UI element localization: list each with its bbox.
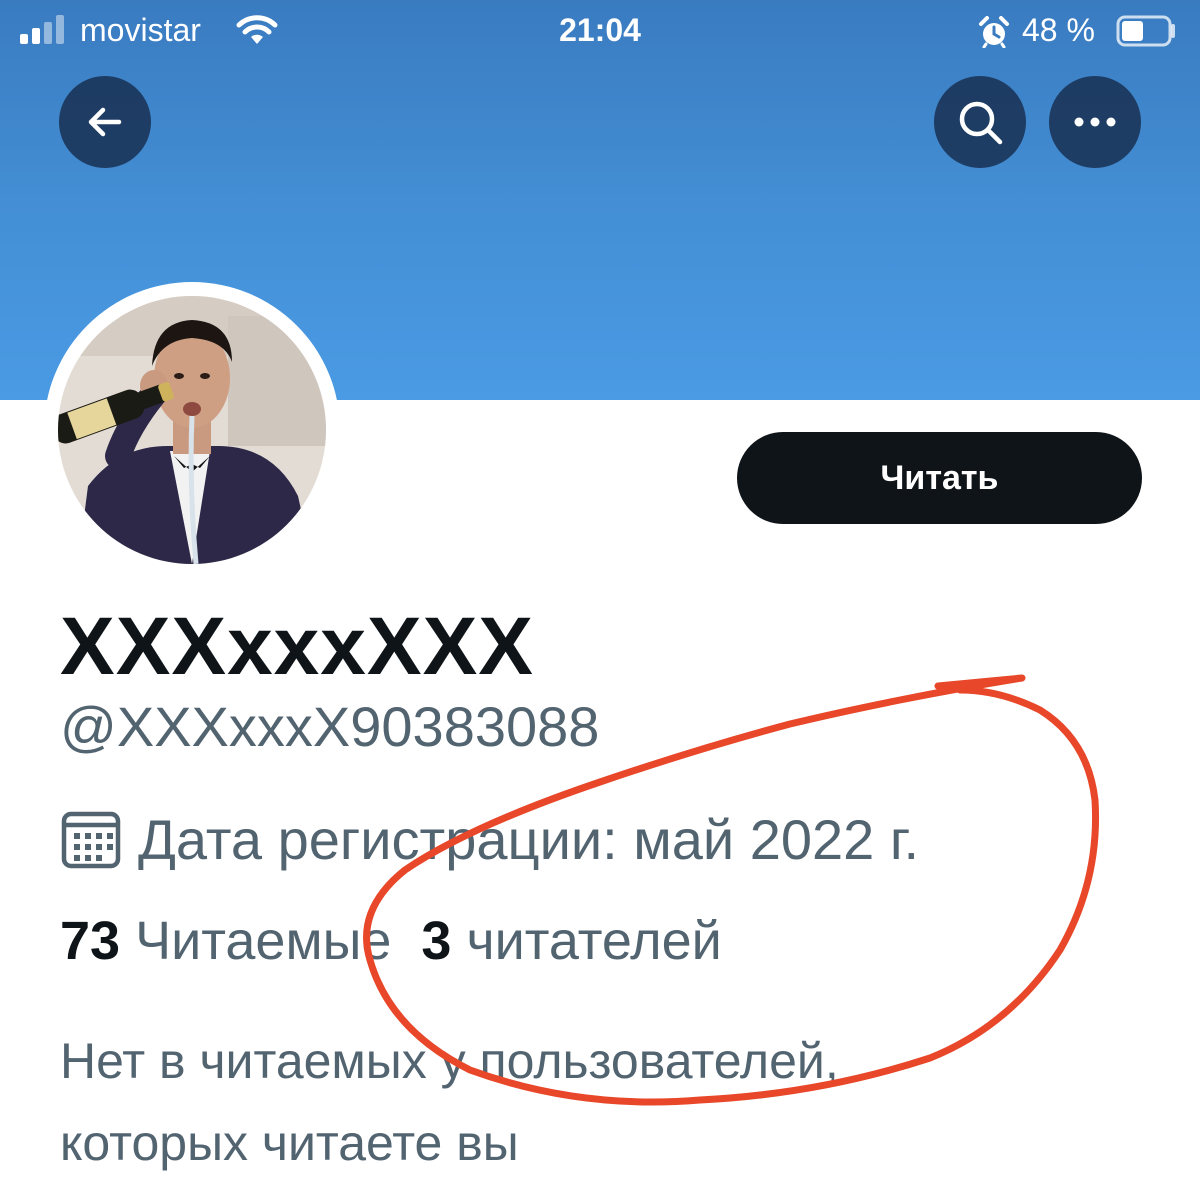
battery-icon	[1116, 15, 1175, 47]
arrow-left-icon	[88, 107, 122, 137]
followed-by-note: Нет в читаемых у пользователей, которых …	[60, 1020, 839, 1184]
followers-count: 3	[421, 911, 452, 971]
followed-by-line-2: которых читаете вы	[60, 1115, 519, 1171]
profile-avatar[interactable]	[44, 282, 340, 578]
followed-by-line-1: Нет в читаемых у пользователей,	[60, 1033, 839, 1089]
join-date-row: Дата регистрации: май 2022 г.	[60, 804, 919, 874]
more-button[interactable]	[1049, 76, 1141, 168]
more-dots-icon	[1074, 117, 1116, 127]
follow-button[interactable]: Читать	[737, 432, 1142, 524]
back-button[interactable]	[59, 76, 151, 168]
display-name: XXXxxxXXX	[60, 601, 534, 692]
battery-percent: 48 %	[1022, 12, 1095, 48]
status-bar: movistar 21:04 48 %	[0, 0, 1200, 64]
followers-link[interactable]: 3 читателей	[421, 911, 721, 971]
following-label: Читаемые	[135, 911, 392, 971]
followers-label: читателей	[466, 911, 722, 971]
search-button[interactable]	[934, 76, 1026, 168]
search-icon	[959, 101, 1003, 145]
join-date: Дата регистрации: май 2022 г.	[138, 807, 920, 871]
alarm-icon	[979, 16, 1009, 48]
status-time: 21:04	[559, 12, 641, 48]
follow-stats: 73 Читаемые 3 читателей	[60, 910, 722, 972]
following-count: 73	[60, 911, 121, 971]
calendar-icon	[61, 811, 121, 869]
user-handle: @XXXxxxX90383088	[60, 695, 600, 758]
avatar-photo	[58, 296, 326, 564]
following-link[interactable]: 73 Читаемые	[60, 911, 391, 971]
